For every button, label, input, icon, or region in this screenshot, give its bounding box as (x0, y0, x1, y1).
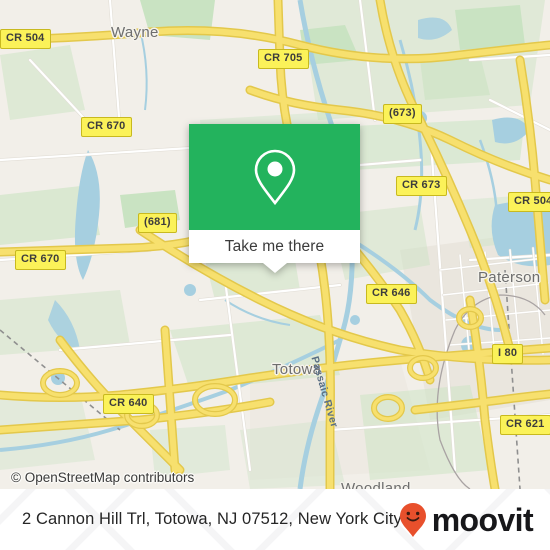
popup-tail-pointer (262, 263, 287, 273)
road-shield-681: (681) (138, 213, 177, 233)
road-shield-i80: I 80 (492, 344, 524, 364)
address-text: 2 Cannon Hill Trl, Totowa, NJ 07512, New… (22, 510, 402, 528)
location-popup-card[interactable]: Take me there (189, 124, 360, 273)
map-label-paterson: Paterson (478, 269, 541, 286)
moovit-pin-smiley-icon (399, 502, 426, 537)
road-shield-cr640: CR 640 (103, 394, 154, 414)
road-shield-cr673: CR 673 (396, 176, 447, 196)
screenshot-root: .park { fill:#c9e3c2; } .park2 { fill:#d… (0, 0, 550, 550)
road-shield-cr621: CR 621 (500, 415, 550, 435)
map-attribution[interactable]: © OpenStreetMap contributors (11, 470, 194, 485)
road-shield-cr504-west: CR 504 (0, 29, 51, 49)
map-label-wayne: Wayne (111, 24, 159, 41)
map-canvas[interactable]: .park { fill:#c9e3c2; } .park2 { fill:#d… (0, 0, 550, 489)
road-shield-673: (673) (383, 104, 422, 124)
popup-action-area[interactable]: Take me there (189, 230, 360, 263)
moovit-wordmark: moovit (431, 501, 534, 538)
road-shield-cr670-south: CR 670 (15, 250, 66, 270)
map-pin-icon (254, 149, 295, 206)
road-shield-cr646: CR 646 (366, 284, 417, 304)
footer-bar: 2 Cannon Hill Trl, Totowa, NJ 07512, New… (0, 489, 550, 550)
moovit-logo[interactable]: moovit (399, 501, 534, 538)
map-label-woodland: Woodland (341, 480, 411, 489)
popup-pin-area (189, 124, 360, 230)
road-shield-cr705: CR 705 (258, 49, 309, 69)
road-shield-cr504-east: CR 504 (508, 192, 550, 212)
take-me-there-label: Take me there (224, 237, 325, 255)
road-shield-cr670-north: CR 670 (81, 117, 132, 137)
